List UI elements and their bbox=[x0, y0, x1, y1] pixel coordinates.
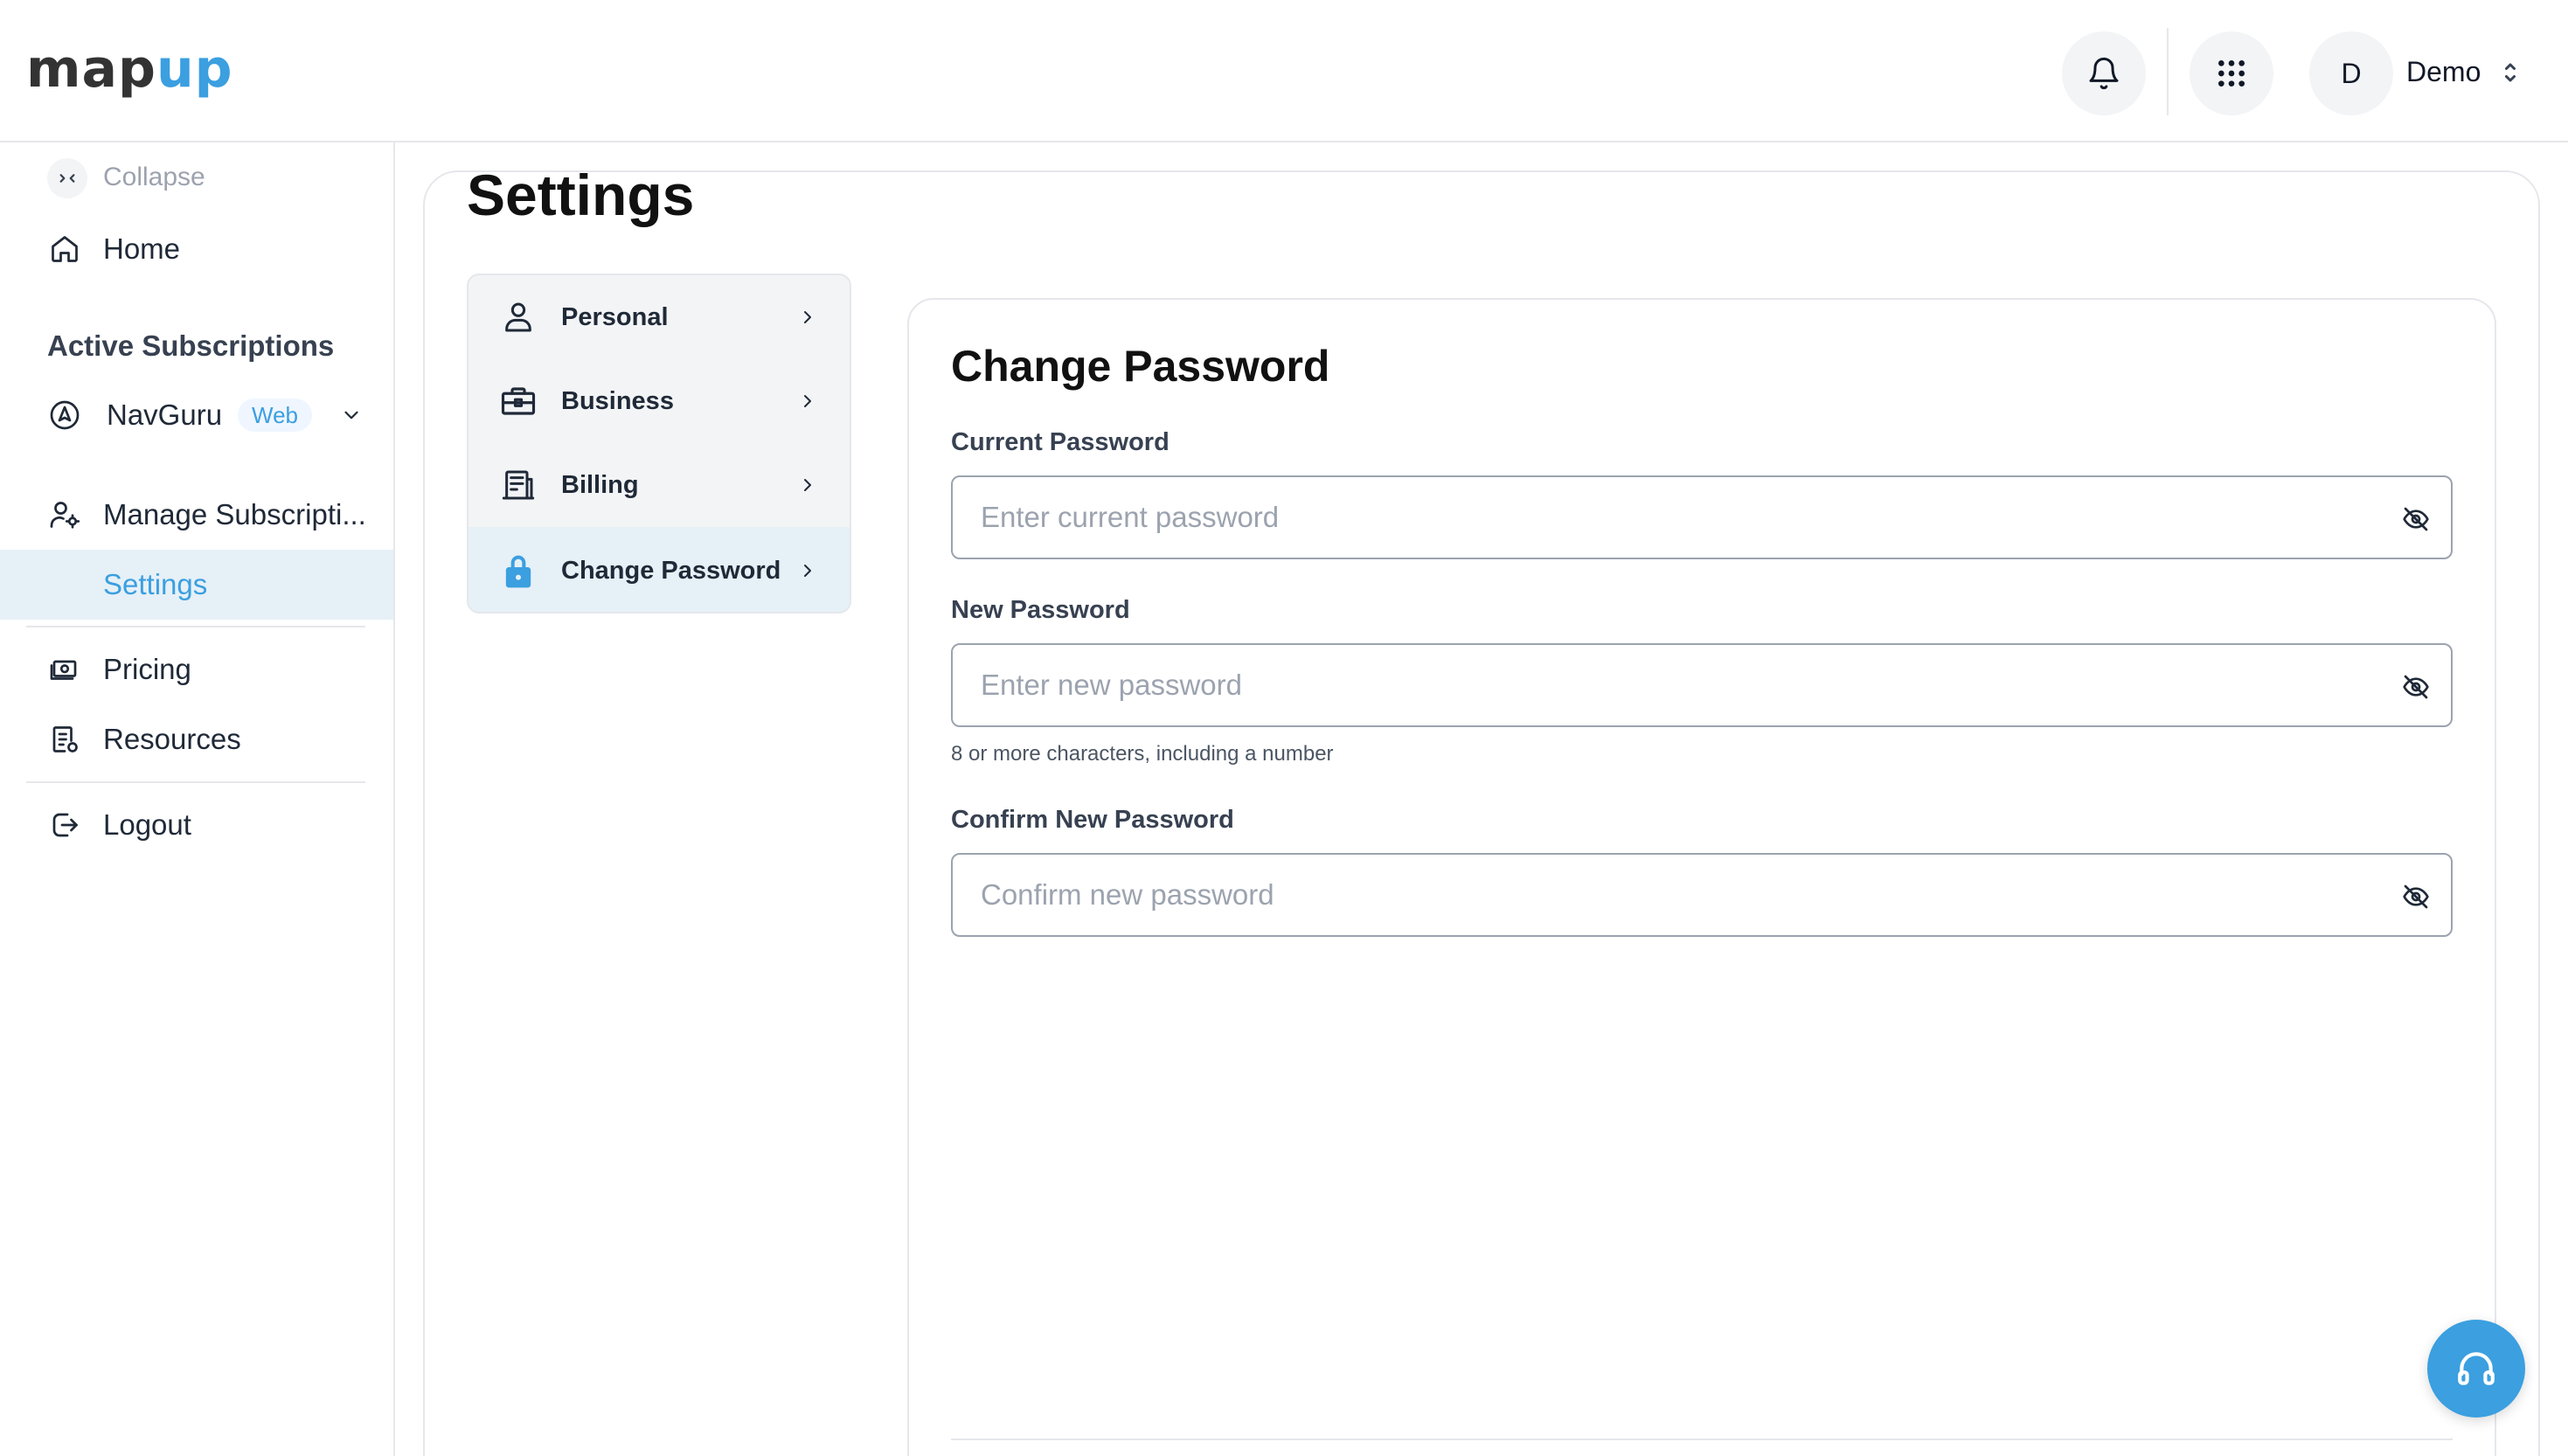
eye-off-icon bbox=[2403, 675, 2429, 699]
page-title: Settings bbox=[467, 163, 695, 227]
toggle-visibility-button[interactable] bbox=[2400, 881, 2432, 912]
lock-icon bbox=[498, 551, 538, 592]
toggle-visibility-button[interactable] bbox=[2400, 503, 2432, 535]
document-icon bbox=[47, 722, 82, 757]
confirm-password-label: Confirm New Password bbox=[951, 806, 1234, 834]
password-hint: 8 or more characters, including a number bbox=[951, 742, 1334, 766]
chevron-down-icon[interactable] bbox=[334, 398, 369, 433]
apps-button[interactable] bbox=[2190, 31, 2273, 115]
form-divider bbox=[951, 1439, 2453, 1440]
sidebar-item-pricing[interactable]: Pricing bbox=[0, 634, 393, 704]
toggle-visibility-button[interactable] bbox=[2400, 671, 2432, 703]
settings-nav-business[interactable]: Business bbox=[468, 359, 850, 443]
confirm-password-field-wrapper bbox=[951, 853, 2453, 937]
sidebar: Collapse Home Active Subscriptions NavGu… bbox=[0, 142, 395, 1456]
settings-nav-label: Billing bbox=[561, 470, 639, 499]
eye-off-icon bbox=[2403, 884, 2429, 909]
support-button[interactable] bbox=[2427, 1320, 2525, 1418]
headset-icon bbox=[2458, 1352, 2495, 1385]
web-badge: Web bbox=[238, 399, 312, 432]
sidebar-item-home[interactable]: Home bbox=[0, 214, 393, 284]
bell-icon bbox=[2089, 57, 2119, 90]
avatar-initial: D bbox=[2341, 57, 2362, 89]
chevron-right-icon bbox=[797, 560, 818, 586]
current-password-input[interactable] bbox=[981, 477, 2362, 558]
user-name[interactable]: Demo bbox=[2406, 56, 2481, 88]
home-icon bbox=[47, 232, 82, 267]
new-password-input[interactable] bbox=[981, 645, 2362, 725]
new-password-label: New Password bbox=[951, 596, 1130, 624]
settings-nav-label: Business bbox=[561, 386, 674, 415]
sidebar-item-label: Resources bbox=[103, 723, 241, 755]
chevron-up-down-icon bbox=[2505, 63, 2516, 82]
sidebar-item-navguru[interactable]: NavGuru bbox=[0, 380, 393, 450]
logo-text-up: up bbox=[156, 38, 233, 100]
navigation-icon bbox=[47, 398, 82, 433]
chevron-right-icon bbox=[797, 475, 818, 500]
sidebar-item-label: Pricing bbox=[103, 653, 191, 685]
sidebar-item-label: Home bbox=[103, 232, 181, 265]
mapup-logo[interactable]: mapup bbox=[26, 38, 233, 100]
eye-off-icon bbox=[2403, 507, 2429, 531]
avatar[interactable]: D bbox=[2309, 31, 2393, 115]
user-icon bbox=[498, 297, 538, 337]
sidebar-item-manage-subscriptions[interactable]: Manage Subscripti... bbox=[0, 480, 393, 550]
sidebar-item-label: Manage Subscripti... bbox=[103, 498, 366, 530]
sidebar-divider bbox=[26, 781, 365, 783]
chevron-right-icon bbox=[797, 307, 818, 332]
user-settings-icon bbox=[47, 497, 82, 532]
settings-nav-label: Personal bbox=[561, 302, 669, 331]
sidebar-item-resources[interactable]: Resources bbox=[0, 704, 393, 774]
collapse-label[interactable]: Collapse bbox=[103, 163, 205, 192]
briefcase-icon bbox=[498, 381, 538, 421]
settings-nav: Personal Business Billing Change Passwor… bbox=[467, 274, 851, 614]
collapse-button[interactable] bbox=[47, 158, 87, 198]
settings-nav-change-password[interactable]: Change Password bbox=[468, 527, 850, 612]
sidebar-item-settings[interactable]: Settings bbox=[0, 550, 393, 620]
sidebar-divider bbox=[26, 626, 365, 627]
header-divider bbox=[2167, 28, 2169, 115]
active-subscriptions-heading: Active Subscriptions bbox=[47, 329, 335, 362]
confirm-password-input[interactable] bbox=[981, 855, 2362, 935]
apps-grid-icon bbox=[2218, 60, 2245, 87]
chevron-right-icon bbox=[797, 391, 818, 416]
form-title: Change Password bbox=[951, 342, 1330, 391]
sidebar-item-label: Settings bbox=[103, 568, 208, 600]
sidebar-item-label: Logout bbox=[103, 808, 191, 841]
sidebar-item-logout[interactable]: Logout bbox=[0, 790, 393, 860]
settings-nav-personal[interactable]: Personal bbox=[468, 275, 850, 359]
settings-nav-label: Change Password bbox=[561, 557, 781, 585]
current-password-field-wrapper bbox=[951, 475, 2453, 559]
logo-text-map: map bbox=[26, 38, 156, 100]
cash-icon bbox=[47, 652, 82, 687]
current-password-label: Current Password bbox=[951, 428, 1169, 456]
top-header: mapup D Demo bbox=[0, 0, 2568, 142]
receipt-icon bbox=[498, 465, 538, 505]
notifications-button[interactable] bbox=[2062, 31, 2146, 115]
settings-nav-billing[interactable]: Billing bbox=[468, 443, 850, 527]
user-menu-chevron[interactable] bbox=[2502, 59, 2519, 90]
sidebar-item-label: NavGuru bbox=[107, 399, 223, 431]
new-password-field-wrapper bbox=[951, 643, 2453, 727]
collapse-icon bbox=[59, 174, 75, 183]
logout-icon bbox=[47, 808, 82, 842]
